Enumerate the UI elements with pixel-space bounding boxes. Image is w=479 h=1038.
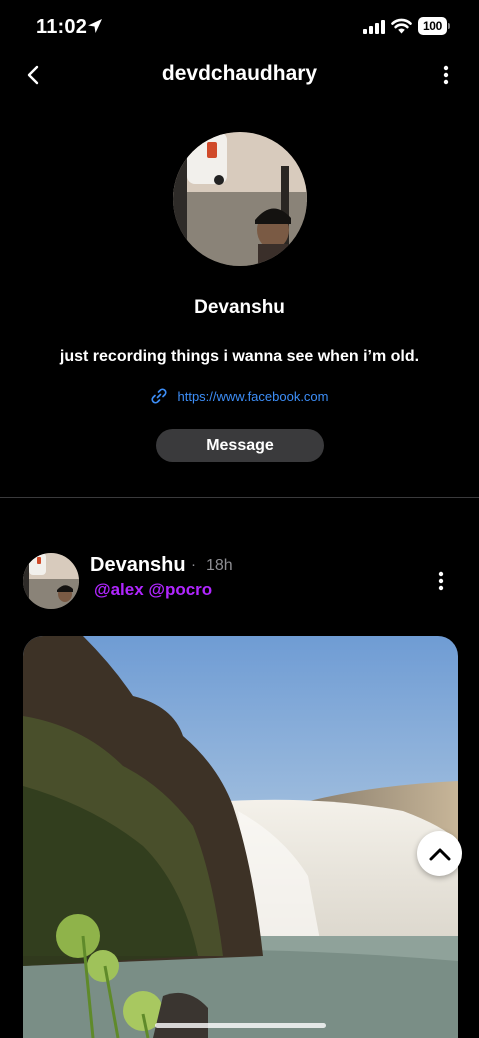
post-more-button[interactable]	[428, 566, 454, 596]
more-vertical-icon	[443, 65, 449, 85]
status-bar: 11:02 100	[0, 0, 479, 54]
post-timestamp: 18h	[206, 557, 233, 574]
profile-bio: just recording things i wanna see when i…	[59, 348, 420, 365]
chevron-up-icon	[429, 848, 450, 860]
profile-link[interactable]: https://www.facebook.com	[0, 387, 479, 405]
post-mentions[interactable]: @alex @pocro	[94, 580, 212, 600]
post-author-name[interactable]: Devanshu	[90, 554, 186, 577]
signal-icon	[363, 20, 385, 34]
waterfall-photo	[23, 636, 458, 1038]
more-vertical-icon	[438, 571, 444, 591]
post-author-avatar[interactable]	[23, 553, 79, 609]
post-separator: ·	[191, 556, 196, 573]
home-indicator[interactable]	[155, 1023, 326, 1028]
post-image[interactable]	[23, 636, 458, 1038]
battery-tip	[448, 23, 450, 29]
profile-link-text[interactable]: https://www.facebook.com	[177, 389, 328, 404]
avatar-photo	[173, 132, 307, 266]
profile-more-button[interactable]	[432, 60, 460, 90]
scroll-to-top-button[interactable]	[417, 831, 462, 876]
location-arrow-icon	[88, 19, 102, 33]
section-divider	[0, 497, 479, 498]
profile-avatar[interactable]	[173, 132, 307, 266]
message-button[interactable]: Message	[156, 429, 324, 462]
battery-level: 100	[418, 17, 447, 35]
post-avatar-photo	[23, 553, 79, 609]
wifi-icon	[391, 18, 412, 34]
battery-icon: 100	[418, 17, 450, 35]
profile-display-name: Devanshu	[194, 297, 285, 318]
link-icon	[151, 388, 168, 404]
profile-username-title: devdchaudhary	[161, 62, 318, 85]
status-time: 11:02	[36, 16, 88, 38]
